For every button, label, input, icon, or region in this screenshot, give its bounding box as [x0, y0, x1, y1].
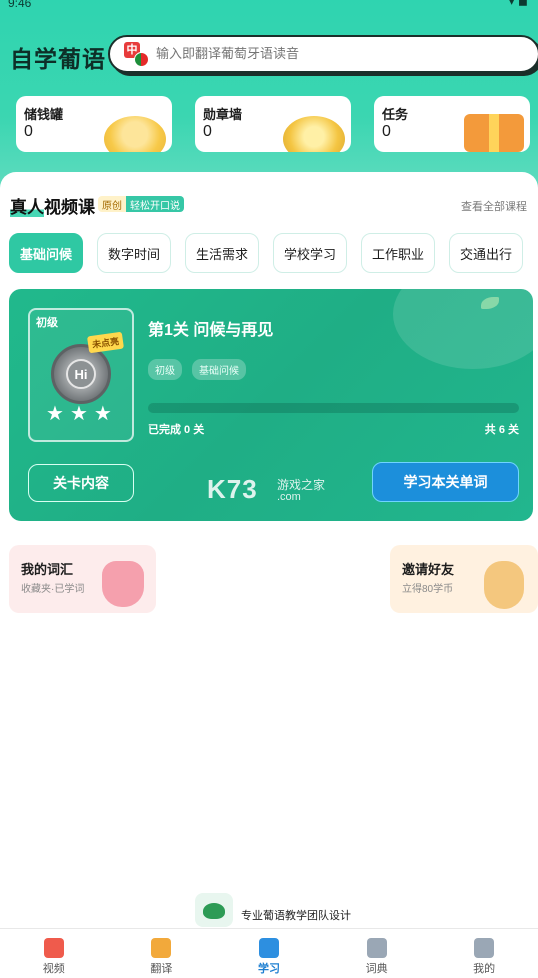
quick-card-value: 0 [382, 123, 391, 140]
completed-count: 已完成 0 关 [148, 424, 205, 436]
mini-card-subtitle: 立得80学币 [402, 584, 454, 595]
nav-label: 学习 [257, 963, 280, 975]
nav-label: 词典 [365, 963, 388, 975]
tab-work-career[interactable]: 工作职业 [361, 233, 435, 273]
quick-card-label: 勋章墙 [203, 107, 243, 122]
watermark-domain: .com [277, 491, 301, 503]
tab-numbers-time[interactable]: 数字时间 [97, 233, 171, 273]
team-credit: 专业葡语教学团队设计 [195, 893, 395, 927]
nav-label: 视频 [42, 963, 65, 975]
search-input[interactable] [156, 46, 516, 61]
dictionary-icon [366, 938, 387, 958]
search-bar[interactable]: 中 [108, 35, 538, 73]
invite-friends-card[interactable]: 邀请好友 立得80学币 [390, 545, 538, 613]
nav-label: 我的 [473, 963, 496, 975]
coin-jar-icon [104, 116, 166, 152]
lesson-progress-bar [148, 403, 519, 413]
book-icon [258, 938, 279, 958]
category-tabs: 基础问候 数字时间 生活需求 学校学习 工作职业 交通出行 [9, 233, 523, 273]
tab-daily-needs[interactable]: 生活需求 [185, 233, 259, 273]
star-icon: ★ [93, 403, 112, 425]
section-title-highlight: 真人 [10, 198, 44, 217]
medal-icon [283, 116, 345, 152]
mini-card-subtitle: 收藏夹·已学词 [21, 584, 85, 595]
section-badge: 原创 轻松开口说 [98, 196, 184, 212]
lesson-chips: 初级 基础问候 [148, 359, 246, 380]
quick-card-piggy-bank[interactable]: 储钱罐 0 [16, 96, 172, 152]
translate-icon [151, 938, 172, 958]
watermark-logo: K73 [207, 474, 258, 504]
quick-card-value: 0 [203, 123, 212, 140]
video-icon [43, 938, 64, 958]
nav-item-study[interactable]: 学习 [215, 929, 323, 978]
quick-card-label: 储钱罐 [24, 107, 64, 122]
star-icon: ★ [46, 403, 64, 425]
nav-item-video[interactable]: 视频 [0, 929, 108, 978]
thumbs-up-icon [102, 561, 144, 607]
gift-icon [464, 114, 524, 152]
mini-card-title: 我的词汇 [21, 562, 74, 577]
chip-category: 基础问候 [192, 359, 246, 380]
total-count: 共 6 关 [484, 424, 519, 436]
status-icons: ▾ ◼ [508, 0, 528, 8]
tab-school-study[interactable]: 学校学习 [273, 233, 347, 273]
profile-icon [474, 938, 495, 958]
status-time: 9:46 [8, 0, 32, 10]
hi-text: Hi [66, 359, 96, 389]
bottom-nav: 视频 翻译 学习 词典 我的 [0, 928, 538, 978]
lesson-title: 第1关 问候与再见 [148, 322, 274, 339]
quick-card-value: 0 [24, 123, 33, 140]
section-title-rest: 视频课 [44, 198, 95, 217]
chip-level: 初级 [148, 359, 182, 380]
nav-label: 翻译 [150, 963, 173, 975]
status-bar: 9:46 ▾ ◼ [0, 0, 538, 14]
quick-card-medal-wall[interactable]: 勋章墙 0 [195, 96, 351, 152]
tab-transport[interactable]: 交通出行 [449, 233, 523, 273]
translate-flag-icon: 中 [124, 42, 150, 68]
my-vocabulary-card[interactable]: 我的词汇 收藏夹·已学词 [9, 545, 156, 613]
nav-item-translate[interactable]: 翻译 [108, 929, 216, 978]
quick-card-label: 任务 [382, 107, 409, 122]
star-rating: ★ ★ ★ [46, 404, 112, 424]
bunny-icon [484, 561, 524, 609]
team-credit-text: 专业葡语教学团队设计 [241, 910, 351, 922]
badge-oral: 轻松开口说 [126, 196, 184, 212]
tab-basic-greetings[interactable]: 基础问候 [9, 233, 83, 273]
quick-card-tasks[interactable]: 任务 0 [374, 96, 530, 152]
star-icon: ★ [69, 403, 88, 425]
card-shine [393, 289, 533, 369]
nav-item-profile[interactable]: 我的 [430, 929, 538, 978]
watermark: K73 游戏之家 .com [207, 474, 337, 508]
view-all-courses-link[interactable]: 查看全部课程 [461, 198, 527, 214]
study-words-button[interactable]: 学习本关单词 [372, 462, 519, 502]
nav-item-dictionary[interactable]: 词典 [323, 929, 431, 978]
rooster-shape [203, 903, 225, 919]
level-badge-box: 初级 Hi 未点亮 ★ ★ ★ [28, 308, 134, 442]
badge-original: 原创 [98, 196, 126, 212]
unlit-ribbon: 未点亮 [86, 331, 125, 354]
level-tag: 初级 [36, 317, 58, 329]
portugal-flag-icon [134, 52, 149, 67]
level-content-button[interactable]: 关卡内容 [28, 464, 134, 502]
section-title: 真人视频课 [10, 193, 95, 218]
hi-medal-icon: Hi [51, 344, 111, 404]
mini-card-title: 邀请好友 [402, 562, 455, 577]
rooster-logo-icon [195, 893, 233, 927]
app-title: 自学葡语 [10, 46, 106, 72]
